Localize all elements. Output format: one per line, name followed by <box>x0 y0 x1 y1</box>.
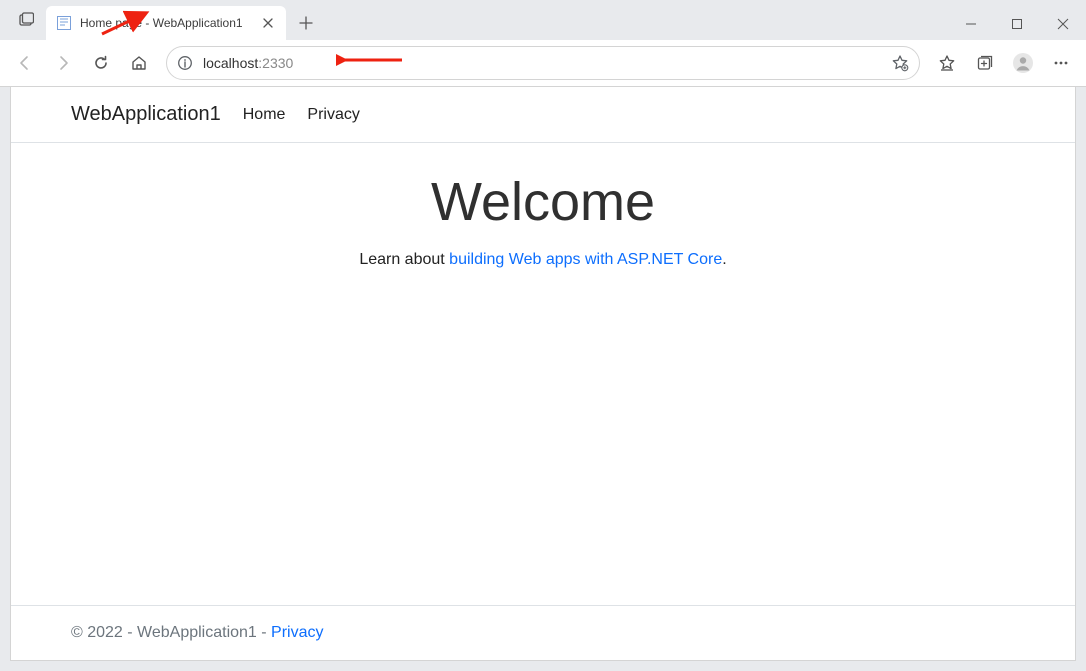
more-menu-icon[interactable] <box>1044 46 1078 80</box>
browser-chrome: Home page - WebApplication1 <box>0 0 1086 87</box>
address-bar[interactable]: localhost:2330 <box>166 46 920 80</box>
browser-toolbar: localhost:2330 <box>0 40 1086 86</box>
footer-text: © 2022 - WebApplication1 - <box>71 624 271 641</box>
page-body: WebApplication1 Home Privacy Welcome Lea… <box>10 87 1076 661</box>
site-footer: © 2022 - WebApplication1 - Privacy <box>11 605 1075 660</box>
site-info-icon[interactable] <box>177 55 193 71</box>
nav-forward-button[interactable] <box>46 46 80 80</box>
window-minimize-button[interactable] <box>948 8 994 40</box>
favicon-icon <box>56 15 72 31</box>
tabs-overview-button[interactable] <box>10 4 42 36</box>
favorites-list-icon[interactable] <box>930 46 964 80</box>
new-tab-button[interactable] <box>290 7 322 39</box>
url-text: localhost:2330 <box>203 55 881 71</box>
window-close-button[interactable] <box>1040 8 1086 40</box>
profile-avatar[interactable] <box>1006 46 1040 80</box>
refresh-button[interactable] <box>84 46 118 80</box>
window-controls <box>948 8 1086 40</box>
favorite-star-icon[interactable] <box>891 54 909 72</box>
hero: Welcome Learn about building Web apps wi… <box>11 143 1075 269</box>
viewport: WebApplication1 Home Privacy Welcome Lea… <box>0 87 1086 671</box>
footer-privacy-link[interactable]: Privacy <box>271 624 323 641</box>
site-navbar: WebApplication1 Home Privacy <box>11 87 1075 143</box>
window-maximize-button[interactable] <box>994 8 1040 40</box>
hero-heading: Welcome <box>31 171 1055 233</box>
hero-lead-suffix: . <box>722 251 726 268</box>
hero-lead: Learn about building Web apps with ASP.N… <box>31 251 1055 269</box>
nav-link-privacy[interactable]: Privacy <box>307 106 359 124</box>
nav-link-home[interactable]: Home <box>243 106 286 124</box>
hero-lead-link[interactable]: building Web apps with ASP.NET Core <box>449 251 722 268</box>
tab-close-button[interactable] <box>260 15 276 31</box>
collections-icon[interactable] <box>968 46 1002 80</box>
home-button[interactable] <box>122 46 156 80</box>
hero-lead-prefix: Learn about <box>359 251 449 268</box>
brand-link[interactable]: WebApplication1 <box>71 103 221 126</box>
nav-back-button[interactable] <box>8 46 42 80</box>
browser-tab-active[interactable]: Home page - WebApplication1 <box>46 6 286 40</box>
tab-bar: Home page - WebApplication1 <box>0 0 1086 40</box>
tab-title: Home page - WebApplication1 <box>80 16 252 30</box>
